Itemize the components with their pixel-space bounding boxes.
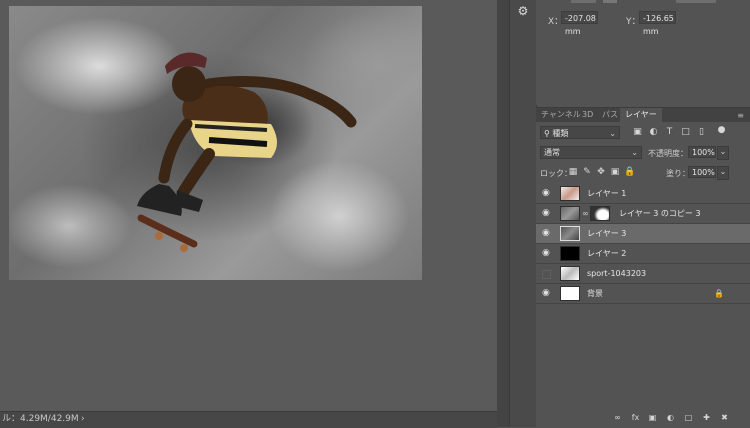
type-filter-icon[interactable]: T	[664, 127, 675, 138]
layer-name[interactable]: レイヤー 1	[587, 184, 626, 203]
layer-thumbnail	[560, 246, 580, 261]
search-icon: ⚲	[544, 129, 550, 138]
visibility-eye-icon[interactable]: ◉	[542, 209, 552, 218]
trash-icon[interactable]: ✖	[719, 412, 730, 423]
blend-mode-value: 通常	[544, 148, 560, 157]
visibility-off-icon[interactable]	[542, 270, 551, 279]
layer-row[interactable]: ◉ 背景 🔒	[536, 284, 750, 304]
x-position-field[interactable]: -207.08 mm	[561, 11, 598, 36]
visibility-eye-icon[interactable]: ◉	[542, 249, 552, 258]
tab-channels[interactable]: チャンネル	[541, 108, 581, 122]
status-menu-arrow[interactable]: ›	[81, 412, 85, 427]
chevron-down-icon: ⌄	[631, 148, 638, 157]
fill-field[interactable]: 100%	[688, 166, 716, 178]
layer-thumbnail	[560, 226, 580, 241]
lock-artboard-icon[interactable]: ▣	[610, 167, 620, 177]
lock-icon: 🔒	[714, 289, 724, 298]
visibility-eye-icon[interactable]: ◉	[542, 229, 552, 238]
layer-name[interactable]: 背景	[587, 284, 603, 303]
panel-top-control	[571, 0, 596, 3]
doc-size-text: ル：4.29M/42.9M	[2, 414, 79, 424]
panel-menu-icon[interactable]: ≡	[737, 111, 744, 120]
opacity-field[interactable]: 100%	[688, 146, 716, 158]
lock-paint-icon[interactable]: ✎	[582, 167, 592, 177]
visibility-eye-icon[interactable]: ◉	[542, 289, 552, 298]
pixel-filter-icon[interactable]: ▣	[632, 127, 643, 138]
link-icon[interactable]: ∞	[612, 412, 623, 423]
panel-top-control	[676, 0, 716, 3]
panel-divider[interactable]	[497, 0, 509, 427]
lock-transparent-icon[interactable]: ▦	[568, 167, 578, 177]
layer-thumbnail	[560, 266, 580, 281]
fill-dropdown[interactable]: ⌄	[717, 166, 729, 180]
adjustment-filter-icon[interactable]: ◐	[648, 127, 659, 138]
layer-thumbnail	[560, 206, 580, 221]
adjustment-icon[interactable]: ◐	[665, 412, 676, 423]
layer-row[interactable]: ◉ レイヤー 3	[536, 224, 750, 244]
visibility-eye-icon[interactable]: ◉	[542, 189, 552, 198]
properties-panel: X： -207.08 mm Y： -126.65 mm	[536, 0, 750, 105]
shape-filter-icon[interactable]: □	[680, 127, 691, 138]
layer-thumbnail	[560, 186, 580, 201]
y-position-field[interactable]: -126.65 mm	[639, 11, 676, 36]
layer-mask-thumbnail[interactable]	[590, 206, 610, 221]
panel-tabs: チャンネル 3D パス レイヤー ≡	[536, 108, 750, 122]
tab-3d[interactable]: 3D	[582, 108, 593, 122]
lock-position-icon[interactable]: ✥	[596, 167, 606, 177]
fx-icon[interactable]: fx	[630, 412, 641, 423]
layer-row[interactable]: ◉ レイヤー 2	[536, 244, 750, 264]
layer-name[interactable]: レイヤー 3	[587, 224, 626, 243]
layer-name[interactable]: レイヤー 3 のコピー 3	[619, 204, 701, 223]
lock-all-icon[interactable]: 🔒	[624, 167, 635, 177]
layer-thumbnail	[560, 286, 580, 301]
layer-name[interactable]: レイヤー 2	[587, 244, 626, 263]
tab-layers[interactable]: レイヤー	[620, 108, 662, 122]
layer-row[interactable]: ◉ ∞ レイヤー 3 のコピー 3	[536, 204, 750, 224]
properties-icon[interactable]: ⚙	[514, 2, 532, 20]
collapsed-panel-strip: ⚙	[509, 0, 537, 427]
link-icon[interactable]: ∞	[582, 209, 589, 218]
smart-object-filter-icon[interactable]: ▯	[696, 127, 707, 138]
opacity-label: 不透明度：	[648, 149, 688, 158]
chevron-down-icon: ⌄	[609, 129, 616, 138]
opacity-dropdown[interactable]: ⌄	[717, 146, 729, 160]
layer-filter-select[interactable]: ⚲ 種類 ⌄	[540, 126, 620, 139]
fill-label: 塗り：	[666, 169, 690, 178]
new-layer-icon[interactable]: ✚	[701, 412, 712, 423]
panel-top-swatch	[603, 0, 617, 3]
layers-panel: チャンネル 3D パス レイヤー ≡ ⚲ 種類 ⌄ ▣ ◐ T □ ▯ ● 通常…	[536, 107, 750, 428]
document-canvas[interactable]	[9, 6, 422, 280]
filter-toggle-icon[interactable]: ●	[716, 125, 727, 136]
filter-label: 種類	[552, 129, 569, 138]
tab-paths[interactable]: パス	[602, 108, 618, 122]
status-bar: ル：4.29M/42.9M ›	[0, 411, 497, 428]
mask-icon[interactable]: ▣	[647, 412, 658, 423]
skateboarder-image	[137, 52, 357, 252]
blend-mode-select[interactable]: 通常 ⌄	[540, 146, 642, 159]
layer-row[interactable]: ◉ レイヤー 1	[536, 184, 750, 204]
canvas-area[interactable]	[0, 0, 497, 411]
layers-bottom-bar: ∞ fx ▣ ◐ □ ✚ ✖	[536, 408, 750, 428]
layer-row[interactable]: sport-1043203	[536, 264, 750, 284]
layer-name[interactable]: sport-1043203	[587, 264, 646, 283]
folder-icon[interactable]: □	[683, 412, 694, 423]
